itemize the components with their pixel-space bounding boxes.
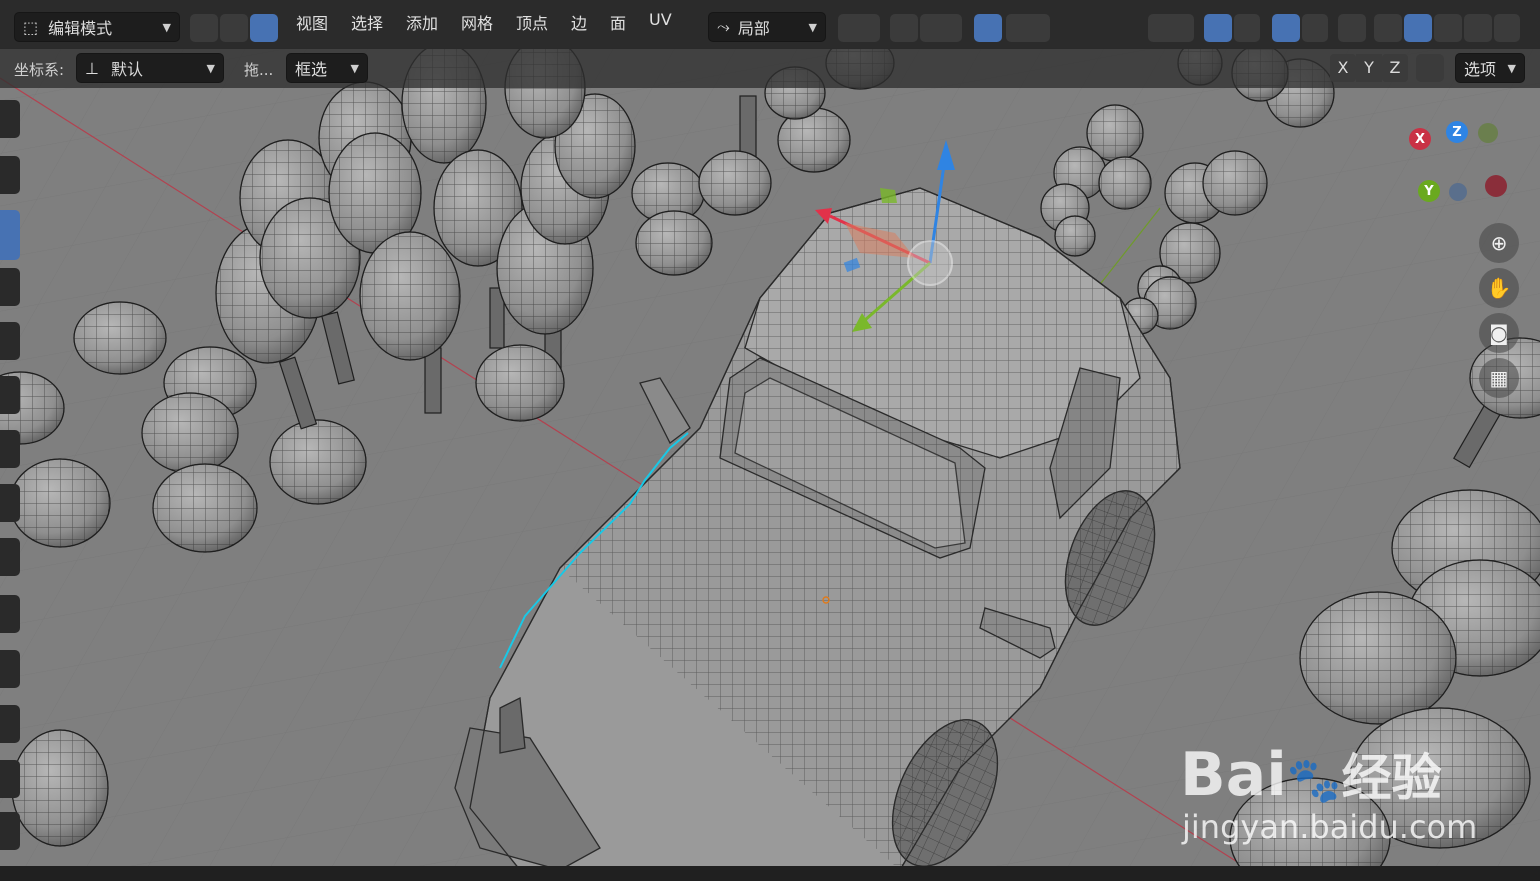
gizmo-z-axis[interactable]: Z bbox=[1446, 121, 1468, 143]
menu-edge[interactable]: 边 bbox=[571, 10, 587, 34]
add-cube-tool-icon[interactable] bbox=[0, 538, 20, 576]
camera-view-icon[interactable]: ◙ bbox=[1479, 313, 1519, 353]
falloff-curve-icon[interactable] bbox=[1006, 14, 1050, 42]
gizmo-x-axis[interactable]: X bbox=[1409, 128, 1431, 150]
proportional-edit-icon[interactable] bbox=[974, 14, 1002, 42]
3d-viewport[interactable]: X Z Y ⊕ ✋ ◙ ▦ Bai🐾经验 jingyan.baidu.com bbox=[0, 48, 1540, 870]
gizmo-y-axis[interactable]: Y bbox=[1418, 180, 1440, 202]
rendered-shading-icon[interactable] bbox=[1464, 14, 1492, 42]
extrude-tool-icon[interactable] bbox=[0, 595, 20, 633]
knife-tool-icon[interactable] bbox=[0, 812, 20, 850]
annotate-tool-icon[interactable] bbox=[0, 430, 20, 468]
gizmo-dropdown-icon[interactable] bbox=[1234, 14, 1260, 42]
mirror-y-toggle[interactable]: Y bbox=[1356, 54, 1382, 82]
snap-target-icon[interactable] bbox=[920, 14, 962, 42]
baidu-logo: Bai🐾经验 bbox=[1180, 740, 1442, 810]
mirror-icon[interactable] bbox=[1302, 54, 1330, 82]
mirror-z-toggle[interactable]: Z bbox=[1382, 54, 1408, 82]
cursor-tool-icon[interactable] bbox=[0, 156, 20, 194]
visibility-icon[interactable] bbox=[1148, 14, 1194, 42]
menu-view[interactable]: 视图 bbox=[296, 10, 328, 34]
loop-cut-tool-icon[interactable] bbox=[0, 760, 20, 798]
material-shading-icon[interactable] bbox=[1434, 14, 1462, 42]
toolbar-left bbox=[0, 100, 22, 870]
menu-select[interactable]: 选择 bbox=[351, 10, 383, 34]
menu-mesh[interactable]: 网格 bbox=[461, 10, 493, 34]
zoom-icon[interactable]: ⊕ bbox=[1479, 223, 1519, 263]
mode-dropdown[interactable]: ⬚ 编辑模式 ▼ bbox=[14, 12, 180, 42]
chevron-down-icon: ▼ bbox=[808, 20, 817, 34]
xray-icon[interactable] bbox=[1338, 14, 1366, 42]
edge-select-icon[interactable] bbox=[220, 14, 248, 42]
edit-mode-icon: ⬚ bbox=[23, 17, 39, 37]
mirror-x-toggle[interactable]: X bbox=[1330, 54, 1356, 82]
topology-mirror-icon[interactable] bbox=[1416, 54, 1444, 82]
drag-label: 拖... bbox=[244, 61, 274, 79]
axis-icon: ⊥ bbox=[85, 58, 99, 78]
vertex-select-icon[interactable] bbox=[190, 14, 218, 42]
select-box-tool-icon[interactable] bbox=[0, 100, 20, 138]
watermark-url: jingyan.baidu.com bbox=[1182, 808, 1478, 846]
shading-dropdown-icon[interactable] bbox=[1494, 14, 1520, 42]
chevron-down-icon: ▼ bbox=[206, 61, 215, 75]
inset-tool-icon[interactable] bbox=[0, 650, 20, 688]
gizmo-neg-y[interactable] bbox=[1478, 123, 1498, 143]
overlays-icon[interactable] bbox=[1272, 14, 1300, 42]
ortho-grid-icon[interactable]: ▦ bbox=[1479, 358, 1519, 398]
gizmo-neg-z[interactable] bbox=[1449, 183, 1467, 201]
header-bar: ⬚ 编辑模式 ▼ 视图 选择 添加 网格 顶点 边 面 UV ⤳ 局部 ▼ bbox=[0, 0, 1540, 49]
chevron-down-icon: ▼ bbox=[1507, 61, 1516, 75]
status-bar bbox=[0, 866, 1540, 881]
menu-face[interactable]: 面 bbox=[610, 10, 626, 34]
menu-add[interactable]: 添加 bbox=[406, 10, 438, 34]
coord-system-dropdown[interactable]: ⊥ 默认 ▼ bbox=[76, 53, 224, 83]
chevron-down-icon: ▼ bbox=[162, 20, 171, 34]
menu-vertex[interactable]: 顶点 bbox=[516, 10, 548, 34]
move-tool-icon[interactable] bbox=[0, 210, 20, 260]
rotate-tool-icon[interactable] bbox=[0, 268, 20, 306]
pivot-point-icon[interactable] bbox=[838, 14, 880, 42]
solid-shading-icon[interactable] bbox=[1404, 14, 1432, 42]
chevron-down-icon: ▼ bbox=[350, 61, 359, 75]
overlays-dropdown-icon[interactable] bbox=[1302, 14, 1328, 42]
gizmo-neg-x[interactable] bbox=[1485, 175, 1507, 197]
wireframe-shading-icon[interactable] bbox=[1374, 14, 1402, 42]
magnet-icon[interactable] bbox=[890, 14, 918, 42]
coord-system-label: 坐标系: bbox=[14, 61, 65, 79]
pan-hand-icon[interactable]: ✋ bbox=[1479, 268, 1519, 308]
bevel-tool-icon[interactable] bbox=[0, 705, 20, 743]
menu-uv[interactable]: UV bbox=[649, 10, 672, 29]
drag-mode-dropdown[interactable]: 框选 ▼ bbox=[286, 53, 368, 83]
options-dropdown[interactable]: 选项 ▼ bbox=[1455, 53, 1525, 83]
tool-header: 坐标系: ⊥ 默认 ▼ 拖... 框选 ▼ X Y Z 选项 ▼ bbox=[0, 48, 1540, 88]
gizmo-toggle-icon[interactable] bbox=[1204, 14, 1232, 42]
orientation-icon: ⤳ bbox=[717, 17, 730, 36]
transform-tool-icon[interactable] bbox=[0, 376, 20, 414]
face-select-icon[interactable] bbox=[250, 14, 278, 42]
scale-tool-icon[interactable] bbox=[0, 322, 20, 360]
transform-orientation-dropdown[interactable]: ⤳ 局部 ▼ bbox=[708, 12, 826, 42]
measure-tool-icon[interactable] bbox=[0, 484, 20, 522]
